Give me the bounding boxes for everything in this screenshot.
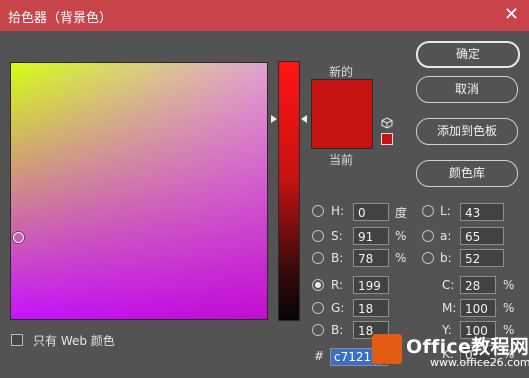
c-unit: %: [503, 278, 515, 292]
a-label: a:: [440, 229, 452, 243]
g-input[interactable]: 18: [353, 299, 389, 317]
cube-icon[interactable]: [381, 117, 393, 129]
radio-blue[interactable]: [312, 324, 324, 336]
brightness-input[interactable]: 78: [353, 249, 389, 267]
blue-label: B:: [331, 323, 344, 337]
a-input[interactable]: 65: [460, 227, 504, 245]
l-input[interactable]: 43: [460, 203, 504, 221]
m-unit: %: [503, 301, 515, 315]
watermark-url: www.office26.com: [430, 356, 529, 369]
color-preview-swatch: [312, 80, 372, 148]
radio-r[interactable]: [312, 279, 324, 291]
hue-slider-left-arrow-icon[interactable]: [271, 115, 277, 123]
g-label: G:: [331, 301, 345, 315]
c-label: C:: [442, 278, 455, 292]
radio-brightness[interactable]: [312, 252, 324, 264]
radio-g[interactable]: [312, 302, 324, 314]
l-label: L:: [440, 204, 451, 218]
web-safe-swatch[interactable]: [381, 133, 393, 145]
s-unit: %: [395, 229, 407, 243]
brightness-unit: %: [395, 251, 407, 265]
radio-lab-b[interactable]: [422, 252, 434, 264]
color-libraries-button[interactable]: 颜色库: [416, 160, 518, 187]
ok-button[interactable]: 确定: [416, 41, 520, 68]
s-label: S:: [331, 229, 343, 243]
close-icon[interactable]: ✕: [504, 4, 519, 25]
hue-slider[interactable]: [279, 62, 299, 320]
radio-h[interactable]: [312, 205, 324, 217]
r-input[interactable]: 199: [353, 276, 389, 294]
h-unit: 度: [395, 206, 408, 220]
add-to-swatches-button[interactable]: 添加到色板: [416, 118, 518, 145]
web-colors-checkbox[interactable]: [11, 334, 23, 346]
c-input[interactable]: 28: [460, 276, 496, 294]
m-input[interactable]: 100: [460, 299, 496, 317]
lab-b-label: b:: [440, 251, 452, 265]
lab-b-input[interactable]: 52: [460, 249, 504, 267]
h-label: H:: [331, 204, 345, 218]
hue-slider-right-arrow-icon[interactable]: [301, 115, 307, 123]
m-label: M:: [442, 301, 457, 315]
title-bar: 拾色器（背景色） ✕: [0, 0, 529, 31]
watermark: Office教程网 www.office26.com: [372, 330, 529, 378]
h-input[interactable]: 0: [353, 203, 389, 221]
s-input[interactable]: 91: [353, 227, 389, 245]
radio-s[interactable]: [312, 230, 324, 242]
web-colors-label: 只有 Web 颜色: [33, 334, 115, 348]
r-label: R:: [331, 278, 344, 292]
cancel-button[interactable]: 取消: [416, 76, 518, 103]
window-title: 拾色器（背景色）: [8, 11, 113, 26]
radio-l[interactable]: [422, 205, 434, 217]
brightness-label: B:: [331, 251, 344, 265]
hex-label: #: [314, 349, 325, 363]
color-field[interactable]: [11, 63, 267, 319]
color-field-marker[interactable]: [13, 232, 24, 243]
radio-a[interactable]: [422, 230, 434, 242]
new-color-label: 新的: [329, 65, 354, 79]
current-color-label: 当前: [329, 153, 354, 167]
office-logo-icon: [372, 334, 402, 364]
watermark-title: Office教程网: [406, 336, 529, 358]
